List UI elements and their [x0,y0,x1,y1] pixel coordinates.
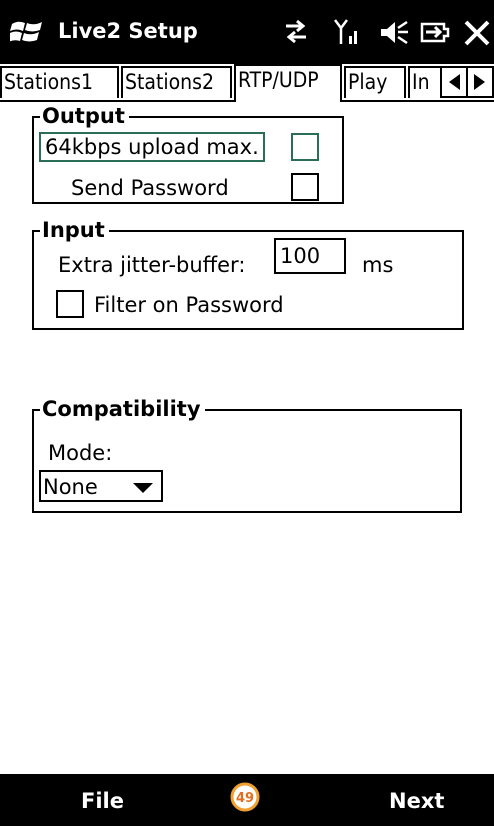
upload-max-label[interactable]: 64kbps upload max. [39,132,265,162]
connectivity-icon[interactable] [280,16,312,48]
tab-scroll-right-button[interactable] [468,68,492,96]
send-password-label[interactable]: Send Password [71,175,229,201]
signal-icon[interactable] [333,16,363,48]
tab-stations2[interactable]: Stations2 [121,66,232,98]
close-icon[interactable] [462,16,492,48]
app-logo-text: 49 [236,791,254,806]
windows-start-icon[interactable] [10,18,44,46]
jitter-unit-label: ms [362,253,394,277]
output-group: Output 64kbps upload max. Send Password [32,103,344,204]
tab-strip: Stations1 Stations2 RTP/UDP Play In [0,64,494,102]
input-group-title: Input [40,217,109,243]
app-title: Live2 Setup [58,19,198,43]
mode-label: Mode: [48,441,113,465]
triangle-left-icon [449,74,460,90]
chevron-down-icon [133,483,153,493]
compatibility-group: Compatibility Mode: None [32,396,462,513]
mode-select-value: None [43,475,98,499]
send-password-checkbox[interactable] [291,173,319,201]
compatibility-group-title: Compatibility [40,396,205,422]
tab-scroll-left-button[interactable] [442,68,468,96]
output-group-title: Output [40,103,129,129]
file-menu-button[interactable]: File [81,788,124,814]
jitter-buffer-input[interactable]: 100 [274,238,346,274]
upload-max-checkbox[interactable] [291,133,319,161]
tab-stations1[interactable]: Stations1 [0,66,119,98]
filter-password-label[interactable]: Filter on Password [94,292,284,318]
title-bar: Live2 Setup [0,0,494,64]
menu-bar: File 49 Next [0,774,494,826]
input-group: Input Extra jitter-buffer: 100 ms Filter… [32,217,464,330]
mode-select[interactable]: None [39,470,163,502]
tab-scroll-arrows [440,66,494,98]
tab-in[interactable]: In [408,66,442,98]
tab-play[interactable]: Play [344,66,406,98]
next-button[interactable]: Next [389,788,444,814]
filter-password-checkbox[interactable] [56,290,84,318]
battery-icon[interactable] [420,16,454,48]
tab-rtp-udp[interactable]: RTP/UDP [234,64,342,102]
jitter-buffer-label: Extra jitter-buffer: [58,253,246,277]
triangle-right-icon [474,74,485,90]
volume-icon[interactable] [378,16,410,48]
app-logo-icon: 49 [230,782,260,812]
